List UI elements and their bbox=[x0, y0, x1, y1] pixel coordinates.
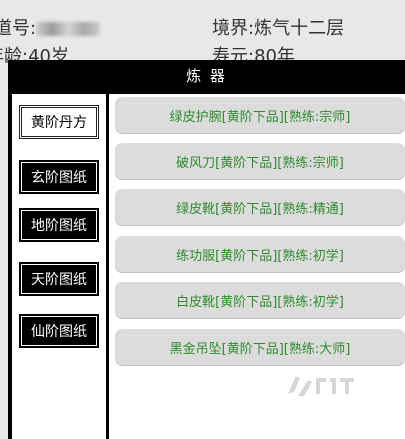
recipe-item[interactable]: 白皮靴[黄阶下品][熟练:初学] bbox=[115, 282, 405, 318]
recipe-item[interactable]: 黑金吊坠[黄阶下品][熟练:大师] bbox=[115, 329, 405, 365]
dialog-title: 炼 器 bbox=[186, 66, 227, 85]
recipe-item[interactable]: 绿皮靴[黄阶下品][熟练:精通] bbox=[115, 189, 405, 225]
recipe-item[interactable]: 练功服[黄阶下品][熟练:初学] bbox=[115, 236, 405, 272]
dao-name-label: 道号: bbox=[0, 18, 37, 39]
dao-name-row: 道号: bbox=[0, 14, 101, 40]
tab-xianjie-tuzhi[interactable]: 仙阶图纸 bbox=[19, 314, 99, 348]
tab-huangjie-danfang[interactable]: 黄阶丹方 bbox=[19, 105, 99, 139]
blurred-name bbox=[36, 22, 101, 36]
category-tab-panel: 黄阶丹方 玄阶图纸 地阶图纸 天阶图纸 仙阶图纸 bbox=[12, 94, 106, 439]
recipe-item[interactable]: 绿皮护腕[黄阶下品][熟练:宗师] bbox=[115, 97, 405, 133]
tab-tianjie-tuzhi[interactable]: 天阶图纸 bbox=[19, 262, 99, 296]
tab-xuanjie-tuzhi[interactable]: 玄阶图纸 bbox=[19, 160, 99, 194]
realm-text: 境界:炼气十二层 bbox=[212, 18, 345, 39]
recipe-list: 绿皮护腕[黄阶下品][熟练:宗师] 破风刀[黄阶下品][熟练:宗师] 绿皮靴[黄… bbox=[109, 94, 405, 439]
tab-dijie-tuzhi[interactable]: 地阶图纸 bbox=[19, 208, 99, 242]
recipe-item[interactable]: 破风刀[黄阶下品][熟练:宗师] bbox=[115, 143, 405, 179]
crafting-dialog: 炼 器 黄阶丹方 玄阶图纸 地阶图纸 天阶图纸 仙阶图纸 绿皮护腕[黄阶下品][… bbox=[8, 60, 405, 439]
